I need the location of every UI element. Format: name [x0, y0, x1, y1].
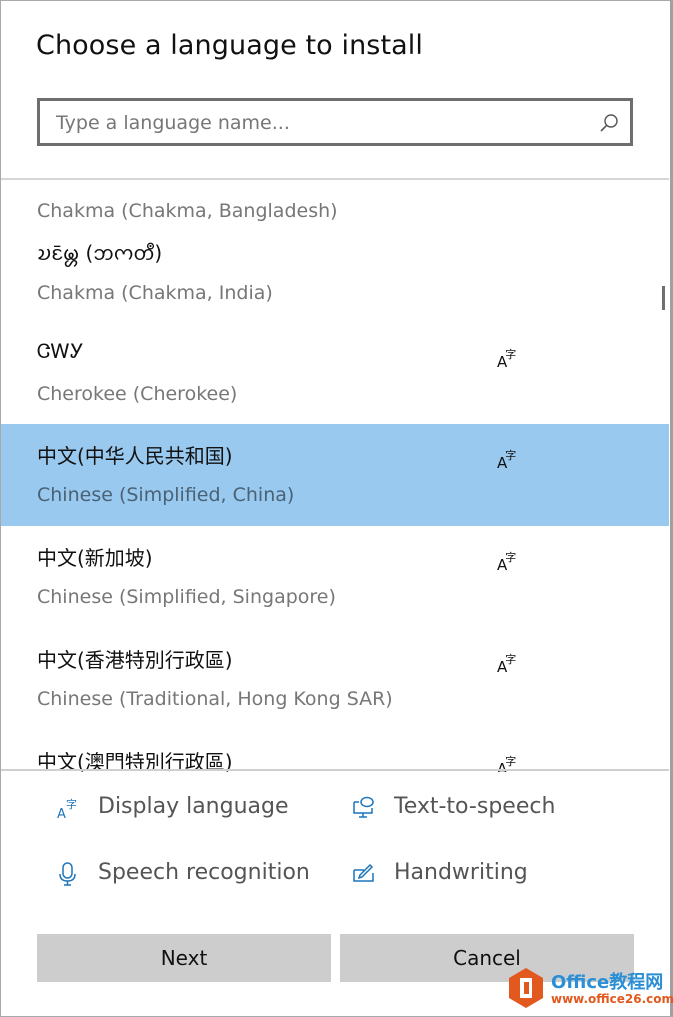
- list-divider: [1, 769, 669, 771]
- language-english-name: Chinese (Simplified, China): [37, 484, 295, 506]
- display-language-icon: A字: [497, 551, 517, 574]
- language-item[interactable]: 中文(香港特別行政區) Chinese (Traditional, Hong K…: [1, 628, 669, 730]
- language-native-name: 中文(香港特別行政區): [37, 648, 233, 672]
- language-item[interactable]: ᏣᎳᎩ Cherokee (Cherokee) A字: [1, 323, 669, 425]
- feature-label: Speech recognition: [98, 860, 310, 885]
- svg-text:字: 字: [66, 797, 77, 811]
- watermark: Office教程网 www.office26.com: [509, 968, 673, 1012]
- language-english-name: Cherokee (Cherokee): [37, 383, 238, 405]
- next-button[interactable]: Next: [37, 934, 331, 982]
- language-item[interactable]: 中文(新加坡) Chinese (Simplified, Singapore) …: [1, 526, 669, 628]
- language-item[interactable]: 𑄌𑄋𑄴𑄟𑄳𑄦 (𑄃𑄇𑄖𑄩) Chakma (Chakma, India): [1, 222, 669, 324]
- language-native-name: ᏣᎳᎩ: [37, 339, 84, 363]
- scrollbar-thumb[interactable]: [662, 286, 665, 310]
- office-logo-icon: [509, 968, 543, 1008]
- text-to-speech-icon: [353, 796, 374, 818]
- language-english-name: Chinese (Traditional, Hong Kong SAR): [37, 688, 393, 710]
- microphone-icon: [59, 862, 76, 886]
- search-box[interactable]: [37, 98, 633, 146]
- display-language-icon: A字: [497, 449, 517, 472]
- language-native-name: 中文(新加坡): [37, 546, 153, 570]
- language-english-name: Chakma (Chakma, India): [37, 282, 273, 304]
- feature-label: Text-to-speech: [394, 794, 556, 819]
- search-icon[interactable]: [598, 112, 620, 134]
- svg-text:A: A: [57, 807, 66, 820]
- display-language-icon: A字: [497, 348, 517, 371]
- watermark-title: Office教程网: [551, 972, 664, 993]
- feature-label: Display language: [98, 794, 289, 819]
- feature-label: Handwriting: [394, 860, 528, 885]
- language-english-name: Chinese (Simplified, Singapore): [37, 586, 336, 608]
- language-item-selected[interactable]: 中文(中华人民共和国) Chinese (Simplified, China) …: [1, 424, 669, 526]
- language-native-name: 中文(中华人民共和国): [37, 444, 233, 468]
- watermark-url: www.office26.com: [551, 992, 673, 1006]
- language-english-name: Chakma (Chakma, Bangladesh): [37, 200, 338, 222]
- dialog-title: Choose a language to install: [36, 30, 423, 61]
- language-native-name: 𑄌𑄋𑄴𑄟𑄳𑄦 (𑄃𑄇𑄖𑄩): [37, 241, 163, 265]
- display-language-icon: A字: [497, 755, 517, 772]
- display-language-icon: A 字: [57, 797, 77, 820]
- language-item[interactable]: 中文(澳門特別行政區) A字: [1, 730, 669, 772]
- display-language-icon: A字: [497, 653, 517, 676]
- language-list[interactable]: Chakma (Chakma, Bangladesh) 𑄌𑄋𑄴𑄟𑄳𑄦 (𑄃𑄇𑄖𑄩…: [1, 178, 669, 772]
- handwriting-icon: [353, 863, 374, 882]
- search-input[interactable]: [54, 108, 578, 138]
